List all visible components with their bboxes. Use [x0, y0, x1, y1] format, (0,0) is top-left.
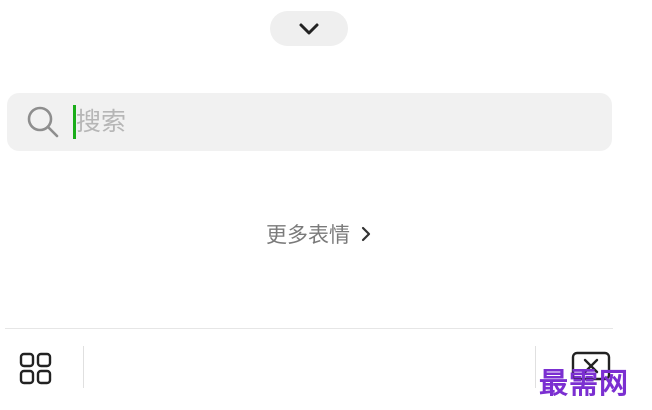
watermark: 最需网 — [539, 366, 630, 400]
more-stickers-link[interactable]: 更多表情 — [0, 218, 652, 250]
chevron-down-icon — [299, 23, 319, 34]
collapse-panel-button[interactable] — [270, 11, 348, 46]
chevron-right-icon — [361, 226, 371, 242]
search-input[interactable]: 搜索 — [76, 105, 126, 139]
toolbar-separator-left — [83, 346, 84, 388]
toolbar-divider — [5, 328, 613, 329]
toolbar-separator-right — [535, 346, 536, 388]
grid-icon[interactable] — [18, 351, 54, 387]
search-bar[interactable]: 搜索 — [7, 93, 612, 151]
search-icon — [27, 106, 59, 138]
more-stickers-label: 更多表情 — [266, 223, 350, 247]
